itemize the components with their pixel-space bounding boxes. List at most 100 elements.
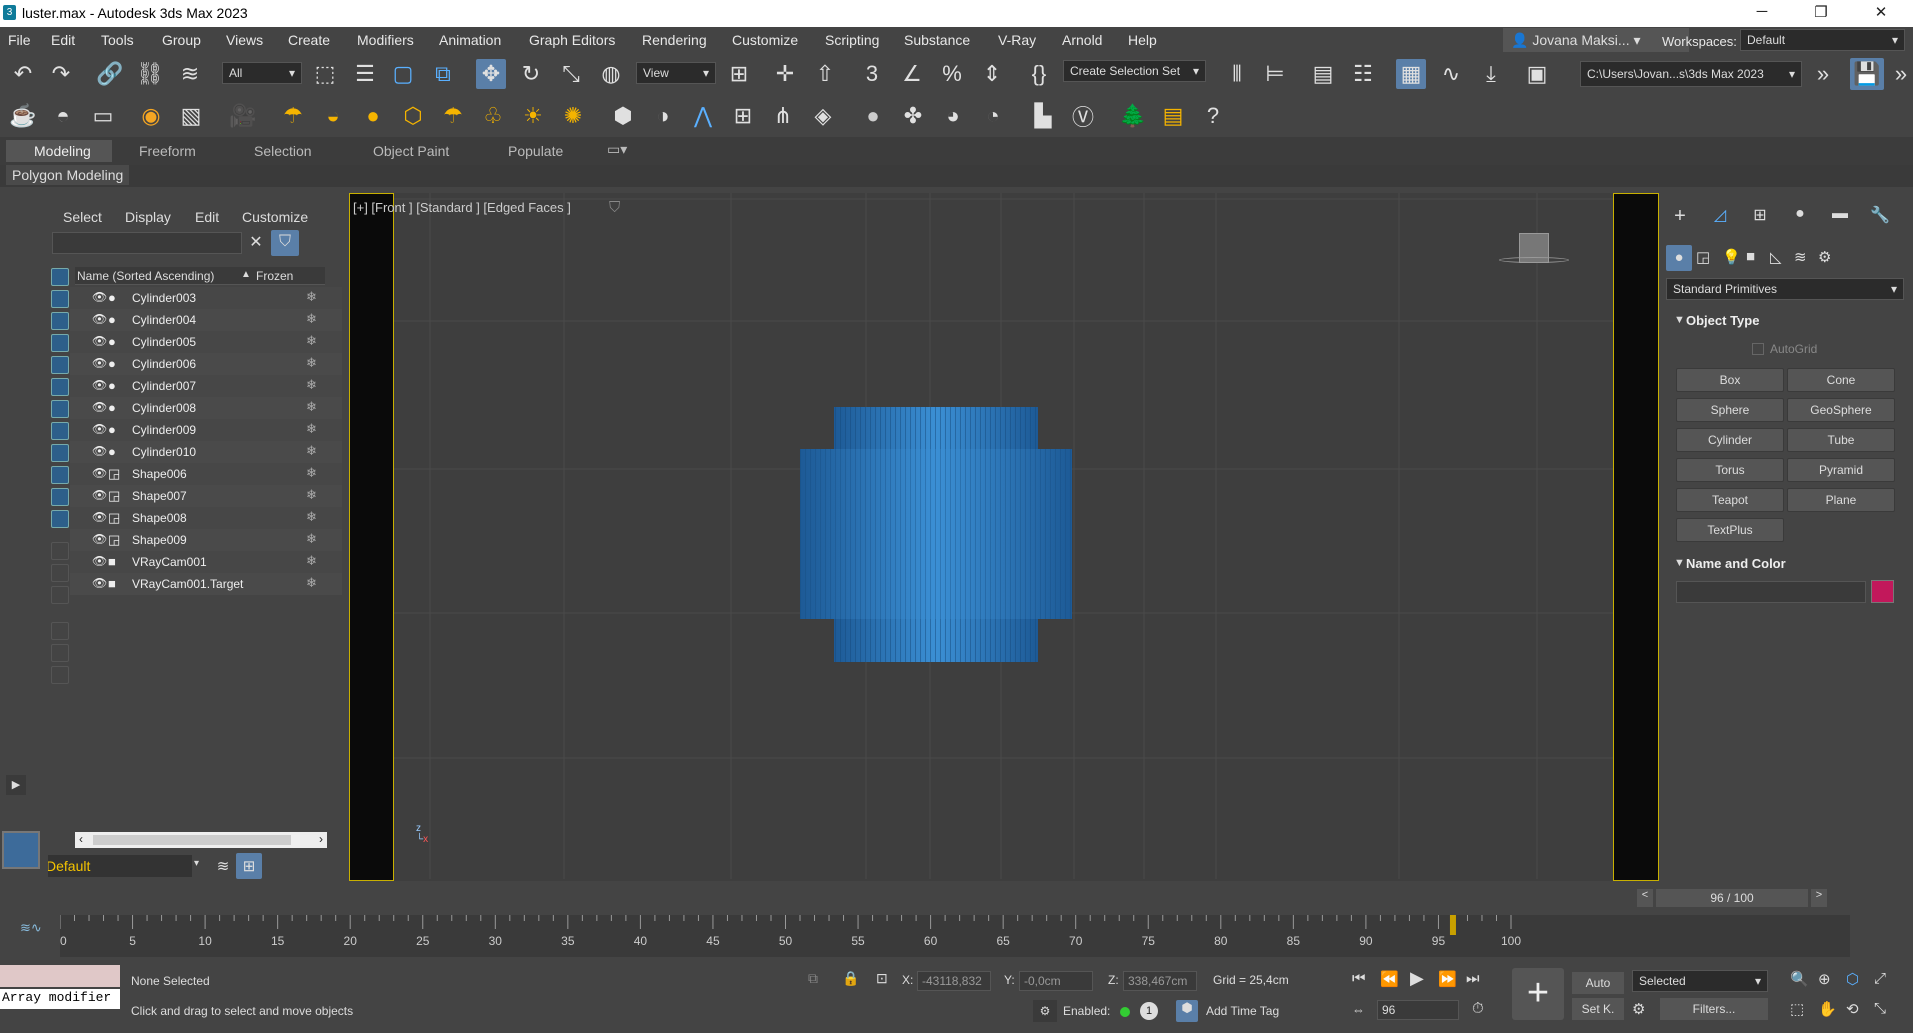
visibility-eye-icon[interactable]: 👁 <box>92 466 107 480</box>
percent-snap-icon[interactable]: % <box>937 59 967 89</box>
tab-modeling[interactable]: Modeling <box>34 143 91 159</box>
current-frame-marker[interactable] <box>1449 915 1456 935</box>
select-object-icon[interactable]: ⬚ <box>310 59 340 89</box>
cameras-icon[interactable]: ■ <box>1746 248 1755 265</box>
scroll-left-icon[interactable]: ‹ <box>79 832 83 846</box>
add-time-tag[interactable]: Add Time Tag <box>1206 1004 1279 1018</box>
viewport-grid[interactable]: z └x <box>393 193 1614 881</box>
goto-end-icon[interactable]: ⏭ <box>1466 970 1480 987</box>
x-coordinate-input[interactable]: -43118,832 <box>917 971 991 991</box>
time-config-icon[interactable]: ⏱ <box>1472 1000 1484 1017</box>
teapot-button[interactable]: Teapot <box>1676 488 1784 512</box>
filter-shapes-icon[interactable] <box>51 290 69 308</box>
viewport-label[interactable]: [+] [Front ] [Standard ] [Edged Faces ] <box>353 200 571 215</box>
filter-icon[interactable]: ⛉ <box>271 230 299 256</box>
minimize-icon[interactable]: ─ <box>1747 3 1777 23</box>
tab-selection[interactable]: Selection <box>254 143 312 159</box>
list-item[interactable]: 👁 ● Cylinder004 ❄ <box>70 309 342 331</box>
hierarchy-icon[interactable]: ⊞ <box>236 853 262 879</box>
geosphere-button[interactable]: GeoSphere <box>1787 398 1895 422</box>
filter-bones-icon[interactable] <box>51 444 69 462</box>
teapot-icon[interactable]: ☕ <box>8 101 38 131</box>
absolute-mode-icon[interactable]: ⊡ <box>876 970 888 987</box>
visibility-eye-icon[interactable]: 👁 <box>92 290 107 304</box>
orbit-icon[interactable]: ⟲ <box>1846 1000 1859 1018</box>
camera-icon[interactable]: 🎥 <box>228 101 258 131</box>
menu-customize[interactable]: Customize <box>732 32 798 48</box>
maxscript-input[interactable]: Array modifier <box>0 989 120 1009</box>
list-item[interactable]: 👁 ◲ Shape007 ❄ <box>70 485 342 507</box>
maximize-viewport-icon[interactable]: ⤡ <box>1874 1000 1886 1017</box>
tab-populate[interactable]: Populate <box>508 143 563 159</box>
freeze-icon[interactable]: ❄ <box>306 355 317 371</box>
enabled-indicator[interactable] <box>1120 1007 1130 1017</box>
menu-modifiers[interactable]: Modifiers <box>357 32 414 48</box>
visibility-eye-icon[interactable]: 👁 <box>92 444 107 458</box>
time-slider-prev-icon[interactable]: < <box>1637 889 1653 907</box>
freeze-icon[interactable]: ❄ <box>306 377 317 393</box>
explorer-scrollbar[interactable]: ‹ › <box>75 832 327 848</box>
move-icon[interactable]: ✥ <box>476 59 506 89</box>
auto-key-button[interactable]: Auto <box>1572 972 1624 994</box>
isolate-icon[interactable]: ⧉ <box>808 970 818 987</box>
object-type-rollout-header[interactable]: ▼ Object Type <box>1666 310 1904 332</box>
zoom-extents-icon[interactable]: ⬡ <box>1846 970 1859 988</box>
filter-frozen-icon[interactable] <box>51 488 69 506</box>
ribbon-options-icon[interactable]: ▭▾ <box>607 141 627 158</box>
filter-helpers-icon[interactable] <box>51 356 69 374</box>
menu-file[interactable]: File <box>8 32 31 48</box>
scrollbar-thumb[interactable] <box>93 835 291 845</box>
name-color-rollout-header[interactable]: ▼ Name and Color <box>1666 553 1904 575</box>
filter-xrefs-icon[interactable] <box>51 422 69 440</box>
lock-icon[interactable] <box>51 666 69 684</box>
sun-icon[interactable]: ☀ <box>518 101 548 131</box>
vray-render-icon[interactable]: ◉ <box>136 101 166 131</box>
menu-vray[interactable]: V-Ray <box>998 32 1036 48</box>
tab-freeform[interactable]: Freeform <box>139 143 196 159</box>
ambient-light-icon[interactable]: ♧ <box>478 101 508 131</box>
torus-button[interactable]: Torus <box>1676 458 1784 482</box>
object-color-swatch[interactable] <box>1871 580 1894 603</box>
select-manipulate-icon[interactable]: ✛ <box>770 59 800 89</box>
visibility-eye-icon[interactable]: 👁 <box>92 488 107 502</box>
filter-funnel-icon[interactable] <box>51 622 69 640</box>
current-frame-input[interactable]: 96 <box>1377 1000 1459 1020</box>
save-icon[interactable]: 💾 <box>1850 58 1884 90</box>
clipper-icon[interactable]: ⊞ <box>728 101 758 131</box>
filter-hidden-icon[interactable] <box>51 510 69 528</box>
polygon-modeling-panel[interactable]: Polygon Modeling <box>6 165 130 185</box>
filters-button[interactable]: Filters... <box>1660 998 1768 1020</box>
edit-named-selection-icon[interactable]: {} <box>1024 59 1054 89</box>
list-item[interactable]: 👁 ◲ Shape008 ❄ <box>70 507 342 529</box>
menu-group[interactable]: Group <box>162 32 201 48</box>
toggle-ribbon-icon[interactable]: ▦ <box>1396 59 1426 89</box>
filter-spacewarps-icon[interactable] <box>51 378 69 396</box>
vray-logo-icon[interactable]: Ⓥ <box>1068 101 1098 131</box>
z-coordinate-input[interactable]: 338,467cm <box>1123 971 1197 991</box>
display-tab-icon[interactable]: ▬ <box>1825 205 1855 229</box>
list-item[interactable]: 👁 ■ VRayCam001.Target ❄ <box>70 573 342 595</box>
y-coordinate-input[interactable]: -0,0cm <box>1019 971 1093 991</box>
filter-cameras-icon[interactable] <box>51 334 69 352</box>
layers-icon[interactable]: ≋ <box>212 855 234 877</box>
decal-icon[interactable]: ◈ <box>808 101 838 131</box>
spacewarps-icon[interactable]: ≋ <box>1794 248 1807 266</box>
selection-lock-icon[interactable]: 🔒 <box>842 970 859 987</box>
display-none-icon[interactable] <box>51 564 69 582</box>
freeze-icon[interactable]: ❄ <box>306 333 317 349</box>
cylinder-button[interactable]: Cylinder <box>1676 428 1784 452</box>
menu-tools[interactable]: Tools <box>101 32 134 48</box>
filter-lights-icon[interactable] <box>51 312 69 330</box>
key-selection-select[interactable]: Selected ▾ <box>1632 970 1768 992</box>
expand-toolbar-icon[interactable]: » <box>1808 59 1838 89</box>
set-key-button[interactable]: + <box>1512 968 1564 1020</box>
placement-icon[interactable]: ◍ <box>596 59 626 89</box>
field-of-view-icon[interactable]: ⬚ <box>1790 1000 1804 1018</box>
material-convert-icon[interactable]: ◔ <box>978 101 1008 131</box>
list-item[interactable]: 👁 ● Cylinder008 ❄ <box>70 397 342 419</box>
visibility-eye-icon[interactable]: 👁 <box>92 422 107 436</box>
mesh-light-icon[interactable]: ⬡ <box>398 101 428 131</box>
visibility-eye-icon[interactable]: 👁 <box>92 400 107 414</box>
scroll-right-icon[interactable]: › <box>319 832 323 846</box>
snaps-toggle-icon[interactable]: 3 <box>857 59 887 89</box>
